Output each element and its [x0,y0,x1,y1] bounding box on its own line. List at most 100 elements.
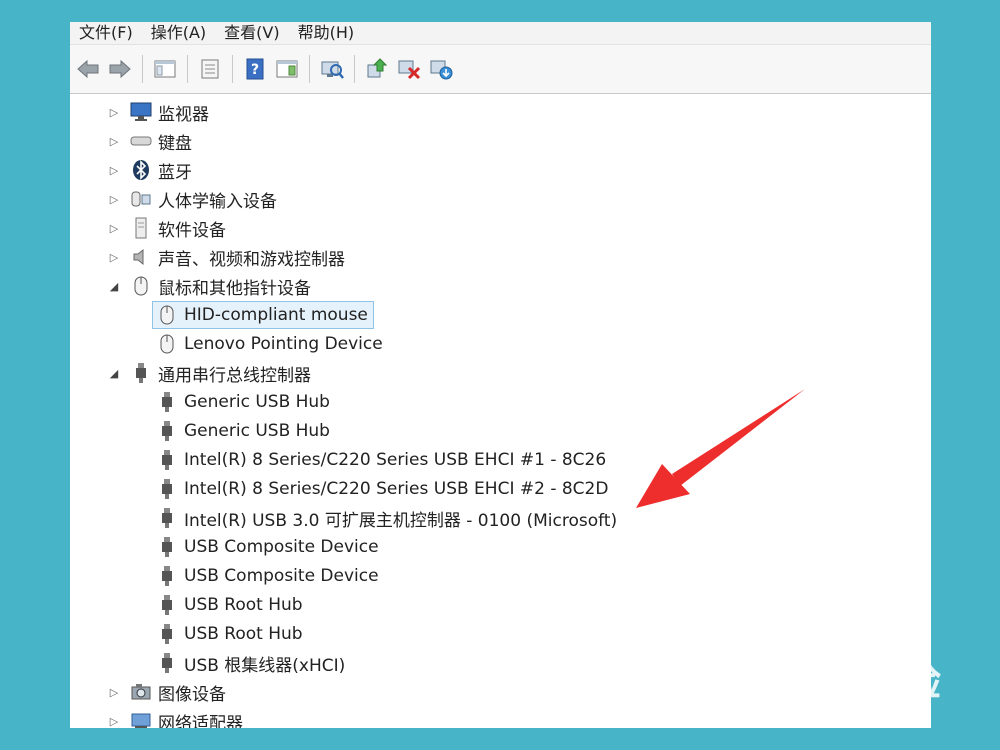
toolbar-separator [142,55,143,83]
show-action-pane-icon[interactable] [273,55,301,83]
usb-icon [156,391,178,413]
tree-item-label: 通用串行总线控制器 [158,365,311,386]
tree-item-label: 监视器 [158,104,209,125]
camera-icon [130,681,152,703]
device-manager-window: 文件(F) 操作(A) 查看(V) 帮助(H) ? ▷ 监视器 ▷ 键盘 ▷ 蓝… [70,22,931,728]
tree-item-usb-device[interactable]: Generic USB Hub [156,417,330,445]
tree-item-hid-mouse[interactable]: HID-compliant mouse [152,301,374,329]
tree-item-usb-device[interactable]: Generic USB Hub [156,388,330,416]
tree-item-label: 键盘 [158,133,192,154]
collapse-arrow-icon[interactable]: ◢ [108,280,120,293]
toolbar-separator [187,55,188,83]
expand-arrow-icon[interactable]: ▷ [108,686,120,699]
usb-icon [130,362,152,384]
menu-help[interactable]: 帮助(H) [289,22,364,44]
scan-hardware-icon[interactable] [318,55,346,83]
speaker-icon [130,246,152,268]
usb-icon [156,652,178,674]
expand-arrow-icon[interactable]: ▷ [108,106,120,119]
toolbar-separator [232,55,233,83]
tree-item-label: Intel(R) USB 3.0 可扩展主机控制器 - 0100 (Micros… [184,510,618,531]
menu-view[interactable]: 查看(V) [215,22,288,44]
tree-item-label: 网络适配器 [158,713,243,729]
tree-item-usb-device[interactable]: Intel(R) USB 3.0 可扩展主机控制器 - 0100 (Micros… [156,504,617,532]
expand-arrow-icon[interactable]: ▷ [108,222,120,235]
tree-item-usb-device[interactable]: USB Root Hub [156,620,303,648]
expand-arrow-icon[interactable]: ▷ [108,193,120,206]
tree-item-label: 人体学输入设备 [158,191,277,212]
selected-item[interactable]: HID-compliant mouse [152,301,374,329]
collapse-arrow-icon[interactable]: ◢ [108,367,120,380]
tree-item-usb-device[interactable]: USB 根集线器(xHCI) [156,649,345,677]
usb-icon [156,623,178,645]
tree-item-label: Intel(R) 8 Series/C220 Series USB EHCI #… [184,450,607,470]
expand-arrow-icon[interactable]: ▷ [108,715,120,728]
tree-item-imaging[interactable]: ▷ 图像设备 [108,678,226,706]
usb-icon [156,536,178,558]
tree-item-usb-device[interactable]: Intel(R) 8 Series/C220 Series USB EHCI #… [156,475,608,503]
update-driver-icon[interactable] [363,55,391,83]
forward-icon[interactable] [106,55,134,83]
tree-item-usb-device[interactable]: USB Composite Device [156,562,379,590]
tree-item-label: 鼠标和其他指针设备 [158,278,311,299]
uninstall-icon[interactable] [395,55,423,83]
tree-item-hid[interactable]: ▷ 人体学输入设备 [108,185,277,213]
tree-item-label: Intel(R) 8 Series/C220 Series USB EHCI #… [184,479,609,499]
tree-item-label: USB Composite Device [184,537,379,557]
tree-item-label: 声音、视频和游戏控制器 [158,249,345,270]
tree-item-network[interactable]: ▷ 网络适配器 [108,707,243,728]
tree-item-label: Generic USB Hub [184,421,330,441]
tree-item-label: HID-compliant mouse [184,305,368,325]
usb-icon [156,478,178,500]
tree-item-label: USB Root Hub [184,624,303,644]
tree-item-usb[interactable]: ◢ 通用串行总线控制器 [108,359,311,387]
help-icon[interactable]: ? [241,55,269,83]
expand-arrow-icon[interactable]: ▷ [108,251,120,264]
usb-icon [156,449,178,471]
keyboard-icon [130,130,152,152]
menu-bar: 文件(F) 操作(A) 查看(V) 帮助(H) [70,22,931,45]
tree-item-label: Lenovo Pointing Device [184,334,383,354]
tree-item-label: USB Root Hub [184,595,303,615]
tree-item-usb-device[interactable]: USB Composite Device [156,533,379,561]
properties-icon[interactable] [196,55,224,83]
toolbar: ? [70,45,931,94]
bluetooth-icon [130,159,152,181]
tree-item-label: USB 根集线器(xHCI) [184,655,346,676]
tree-item-label: 蓝牙 [158,162,192,183]
baidu-watermark: Bai du 经验 jingyan.baidu.com [697,662,942,724]
mouse-icon [156,304,178,326]
tree-item-label: Generic USB Hub [184,392,330,412]
expand-arrow-icon[interactable]: ▷ [108,164,120,177]
tree-item-monitors[interactable]: ▷ 监视器 [108,98,209,126]
menu-file[interactable]: 文件(F) [70,22,142,44]
hid-device-icon [130,188,152,210]
mouse-icon [156,333,178,355]
tree-item-audio[interactable]: ▷ 声音、视频和游戏控制器 [108,243,345,271]
toolbar-separator [354,55,355,83]
show-hide-console-tree-icon[interactable] [151,55,179,83]
toolbar-separator [309,55,310,83]
tree-item-bluetooth[interactable]: ▷ 蓝牙 [108,156,192,184]
software-device-icon [130,217,152,239]
tree-item-label: 软件设备 [158,220,226,241]
usb-icon [156,594,178,616]
network-adapter-icon [130,710,152,728]
enable-device-icon[interactable] [427,55,455,83]
monitor-icon [130,101,152,123]
back-icon[interactable] [74,55,102,83]
tree-item-usb-device[interactable]: USB Root Hub [156,591,303,619]
tree-item-usb-device[interactable]: Intel(R) 8 Series/C220 Series USB EHCI #… [156,446,606,474]
expand-arrow-icon[interactable]: ▷ [108,135,120,148]
usb-icon [156,507,178,529]
tree-item-label: USB Composite Device [184,566,379,586]
watermark-sub: jingyan.baidu.com [741,706,898,724]
tree-item-lenovo-pointing[interactable]: Lenovo Pointing Device [156,330,383,358]
menu-action[interactable]: 操作(A) [142,22,215,44]
mouse-icon [130,275,152,297]
tree-item-label: 图像设备 [158,684,226,705]
watermark-main: Bai du 经验 [696,659,942,705]
tree-item-software[interactable]: ▷ 软件设备 [108,214,226,242]
tree-item-mice[interactable]: ◢ 鼠标和其他指针设备 [108,272,311,300]
tree-item-keyboards[interactable]: ▷ 键盘 [108,127,192,155]
